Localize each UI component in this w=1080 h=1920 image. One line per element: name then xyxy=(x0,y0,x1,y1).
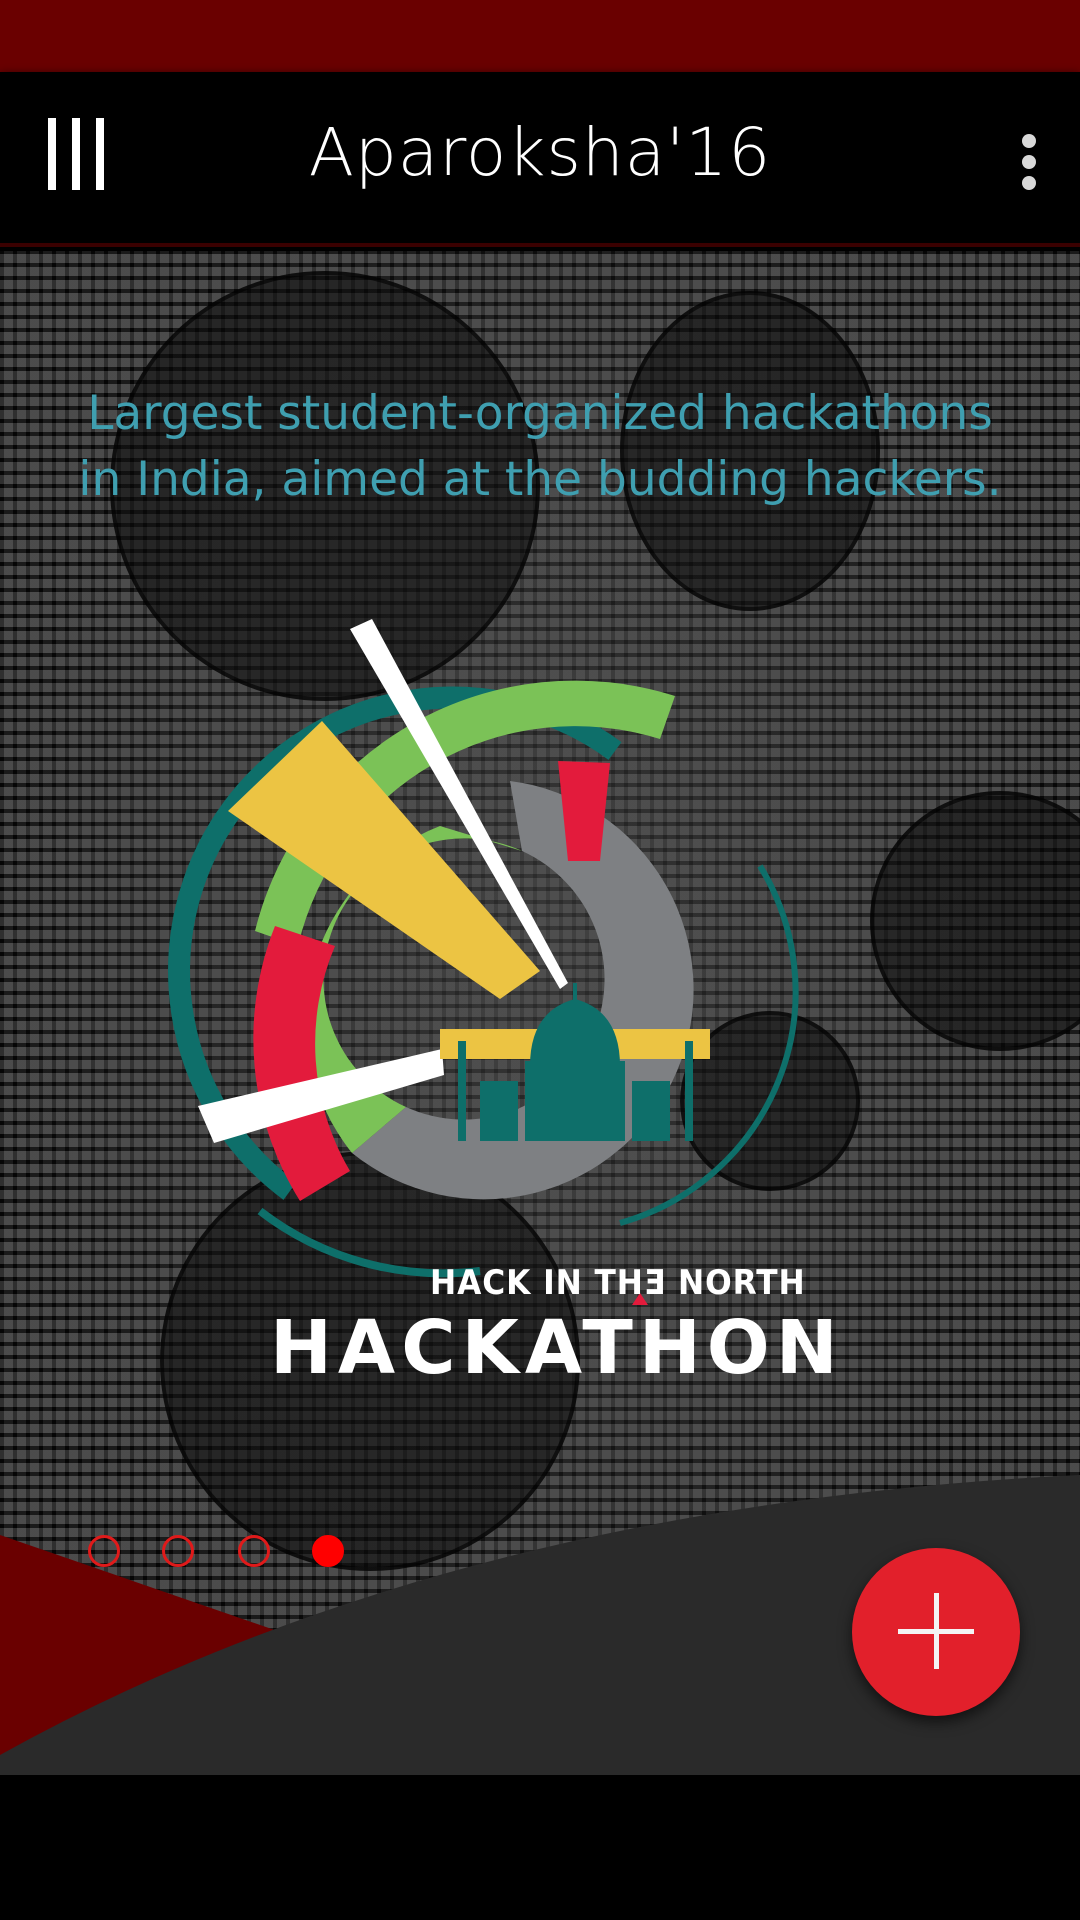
navigation-bar-area xyxy=(0,1775,1080,1920)
add-fab-button[interactable] xyxy=(852,1548,1020,1716)
page-dot-active[interactable] xyxy=(312,1535,344,1567)
slide-tagline: Largest student-organized hackathons in … xyxy=(78,386,1002,507)
more-vert-icon[interactable] xyxy=(1014,134,1044,190)
logo-subtitle: HACK IN THƎ NORTH xyxy=(430,1263,806,1303)
status-bar xyxy=(0,0,1080,72)
app-title: Aparoksha'16 xyxy=(308,114,772,191)
page-dot[interactable] xyxy=(238,1535,270,1567)
hackathon-slide[interactable]: Largest student-organized hackathons in … xyxy=(0,251,1080,1775)
page-dot[interactable] xyxy=(162,1535,194,1567)
app-bar: Aparoksha'16 xyxy=(0,72,1080,247)
logo-wordmark: HACKATHON xyxy=(270,1305,844,1391)
page-dot[interactable] xyxy=(88,1535,120,1567)
